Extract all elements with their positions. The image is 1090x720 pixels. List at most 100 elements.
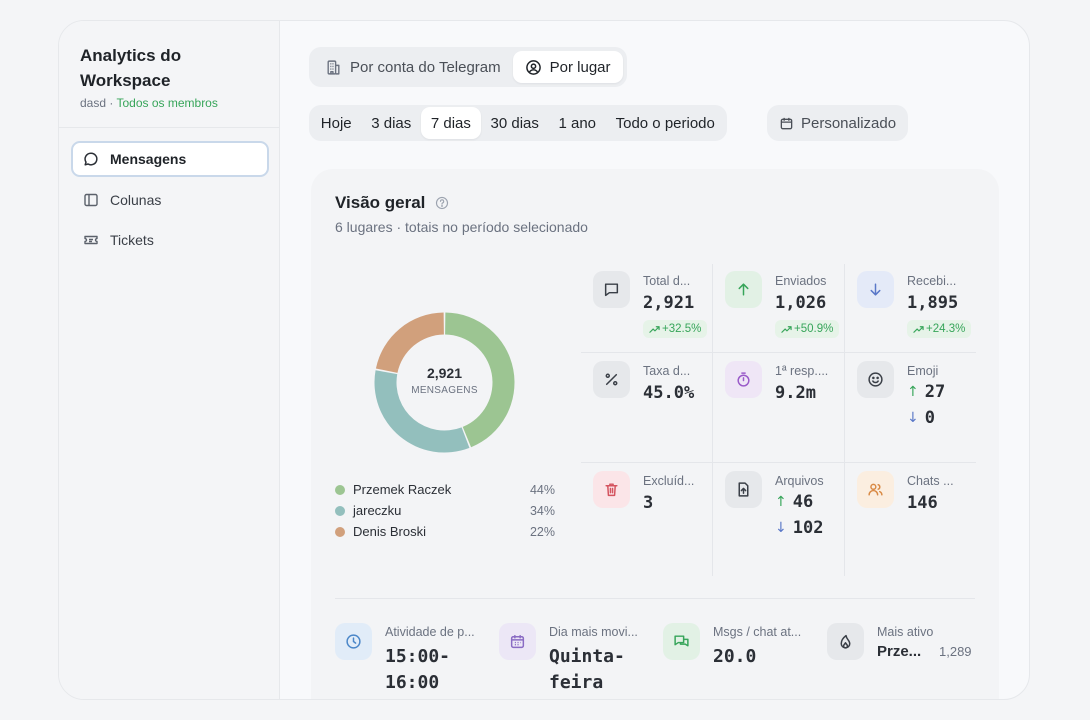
subtitle-separator: · [106, 96, 117, 110]
tab-label: Por lugar [549, 58, 611, 76]
legend-swatch [335, 526, 345, 537]
metric-icon-box [857, 361, 894, 398]
donut-slice-jareczku[interactable] [374, 370, 470, 453]
ticket-icon [84, 235, 98, 245]
metric-icon-box [725, 271, 762, 308]
messages-donut-chart [374, 312, 515, 453]
tab-por-lugar[interactable]: Por lugar [512, 51, 623, 83]
period-todo-periodo[interactable]: Todo o periodo [606, 107, 725, 139]
metric-label: Arquivos [775, 474, 824, 488]
period-hoje[interactable]: Hoje [311, 107, 361, 139]
legend-percent: 44% [529, 482, 555, 497]
custom-period-label: Personalizado [801, 114, 897, 132]
stat-most-active-count: 1,289 [939, 644, 972, 659]
metric-down-value: ↓ 0 [907, 408, 935, 428]
metric-label: Total d... [643, 274, 691, 288]
analytics-window: Analytics do Workspace dasd · Todos os m… [58, 20, 1030, 700]
metric-value: 9.2m [775, 383, 816, 403]
sidebar-item-label: Mensagens [110, 151, 187, 167]
metric-icon-box [593, 361, 630, 398]
donut-total-value: 2,921 [426, 365, 463, 381]
grid-divider [581, 462, 976, 463]
metric-chats: Chats ... 146 [845, 464, 975, 564]
workspace-title: Analytics do Workspace [80, 46, 182, 90]
overview-title: Visão geral [335, 193, 449, 213]
workspace-user: dasd [80, 96, 107, 110]
legend-item: Denis Broski 22% [335, 521, 555, 542]
file-upload-icon [738, 482, 749, 497]
stat-icon-box [827, 623, 864, 660]
stopwatch-icon [737, 372, 750, 387]
metric-files: Arquivos ↑ 46 ↓ 102 [713, 464, 843, 564]
message-icon [84, 152, 98, 166]
metric-down-count: 102 [792, 518, 824, 538]
metric-label: Taxa d... [643, 364, 691, 378]
donut-total-label: MENSAGENS [411, 385, 478, 396]
metric-label: 1ª resp.... [775, 364, 829, 378]
percent-icon [605, 373, 618, 386]
donut-legend: Przemek Raczek 44% jareczku 34% Denis Br… [335, 479, 555, 542]
metric-emoji: Emoji ↑ 27 ↓ 0 [845, 354, 975, 454]
metric-rate: Taxa d... 45.0% [581, 354, 711, 454]
legend-swatch [335, 505, 345, 516]
stat-value: 20.0 [713, 646, 757, 667]
sidebar-item-label: Colunas [110, 191, 162, 208]
stat-value: Quinta-feira [549, 646, 625, 693]
period-3-dias[interactable]: 3 dias [361, 107, 421, 139]
sidebar: Analytics do Workspace dasd · Todos os m… [59, 21, 280, 699]
sidebar-item-mensagens[interactable]: Mensagens [71, 141, 269, 177]
workspace-scope[interactable]: Todos os membros [116, 96, 217, 110]
legend-swatch [335, 484, 345, 495]
stat-icon-box [335, 623, 372, 660]
metric-change-badge: +50.9% [775, 320, 840, 338]
trending-up-icon [913, 325, 924, 333]
arrow-up-icon [738, 283, 749, 296]
arrow-up-icon: ↑ [775, 494, 787, 510]
legend-item: Przemek Raczek 44% [335, 479, 555, 500]
stat-icon-box [663, 623, 700, 660]
metric-label: Recebi... [907, 274, 957, 288]
metric-value: 1,895 [907, 293, 959, 313]
donut-slice-denis-broski[interactable] [375, 312, 444, 373]
stat-most-active-name: Prze... [877, 643, 922, 660]
metric-first-response: 1ª resp.... 9.2m [713, 354, 843, 454]
custom-period-button[interactable]: Personalizado [767, 105, 909, 141]
flame-icon [840, 634, 851, 649]
metric-label: Enviados [775, 274, 827, 288]
sidebar-item-label: Tickets [110, 232, 154, 248]
stat-busiest-day: Dia mais movi... Quinta-feira [499, 619, 659, 699]
overview-title-text: Visão geral [335, 193, 426, 212]
tab-por-conta-telegram[interactable]: Por conta do Telegram [313, 51, 513, 83]
stat-label: Dia mais movi... [549, 625, 638, 639]
legend-item: jareczku 34% [335, 500, 555, 521]
sidebar-item-colunas[interactable]: Colunas [71, 182, 269, 218]
users-icon [868, 483, 883, 496]
metric-icon-box [857, 271, 894, 308]
period-7-dias[interactable]: 7 dias [421, 107, 481, 139]
metric-received: Recebi... 1,895 +24.3% [845, 264, 975, 364]
period-30-dias[interactable]: 30 dias [481, 107, 549, 139]
workspace-subtitle: dasd · Todos os membros [80, 96, 218, 110]
legend-percent: 22% [529, 524, 555, 539]
stat-peak-activity: Atividade de p... 15:00-16:00 [335, 619, 495, 699]
sidebar-nav: Mensagens Colunas Tickets [71, 141, 269, 263]
period-1-ano[interactable]: 1 ano [549, 107, 606, 139]
calendar-icon [510, 635, 525, 649]
arrow-up-icon: ↑ [907, 384, 919, 400]
metric-change: +50.9% [794, 323, 834, 335]
building-icon [327, 59, 340, 75]
sidebar-item-tickets[interactable]: Tickets [71, 222, 269, 258]
view-toggle: Por conta do Telegram Por lugar [309, 47, 627, 87]
legend-name: Denis Broski [353, 524, 426, 539]
legend-name: jareczku [353, 503, 402, 518]
trash-icon [605, 483, 618, 497]
help-icon[interactable] [435, 196, 449, 210]
metric-change-badge: +32.5% [643, 320, 708, 338]
messages-icon [674, 635, 689, 647]
metric-icon-box [725, 361, 762, 398]
arrow-down-icon [870, 283, 881, 296]
legend-name: Przemek Raczek [353, 482, 452, 497]
sidebar-divider [59, 127, 280, 128]
stat-icon-box [499, 623, 536, 660]
metric-change: +32.5% [662, 323, 702, 335]
